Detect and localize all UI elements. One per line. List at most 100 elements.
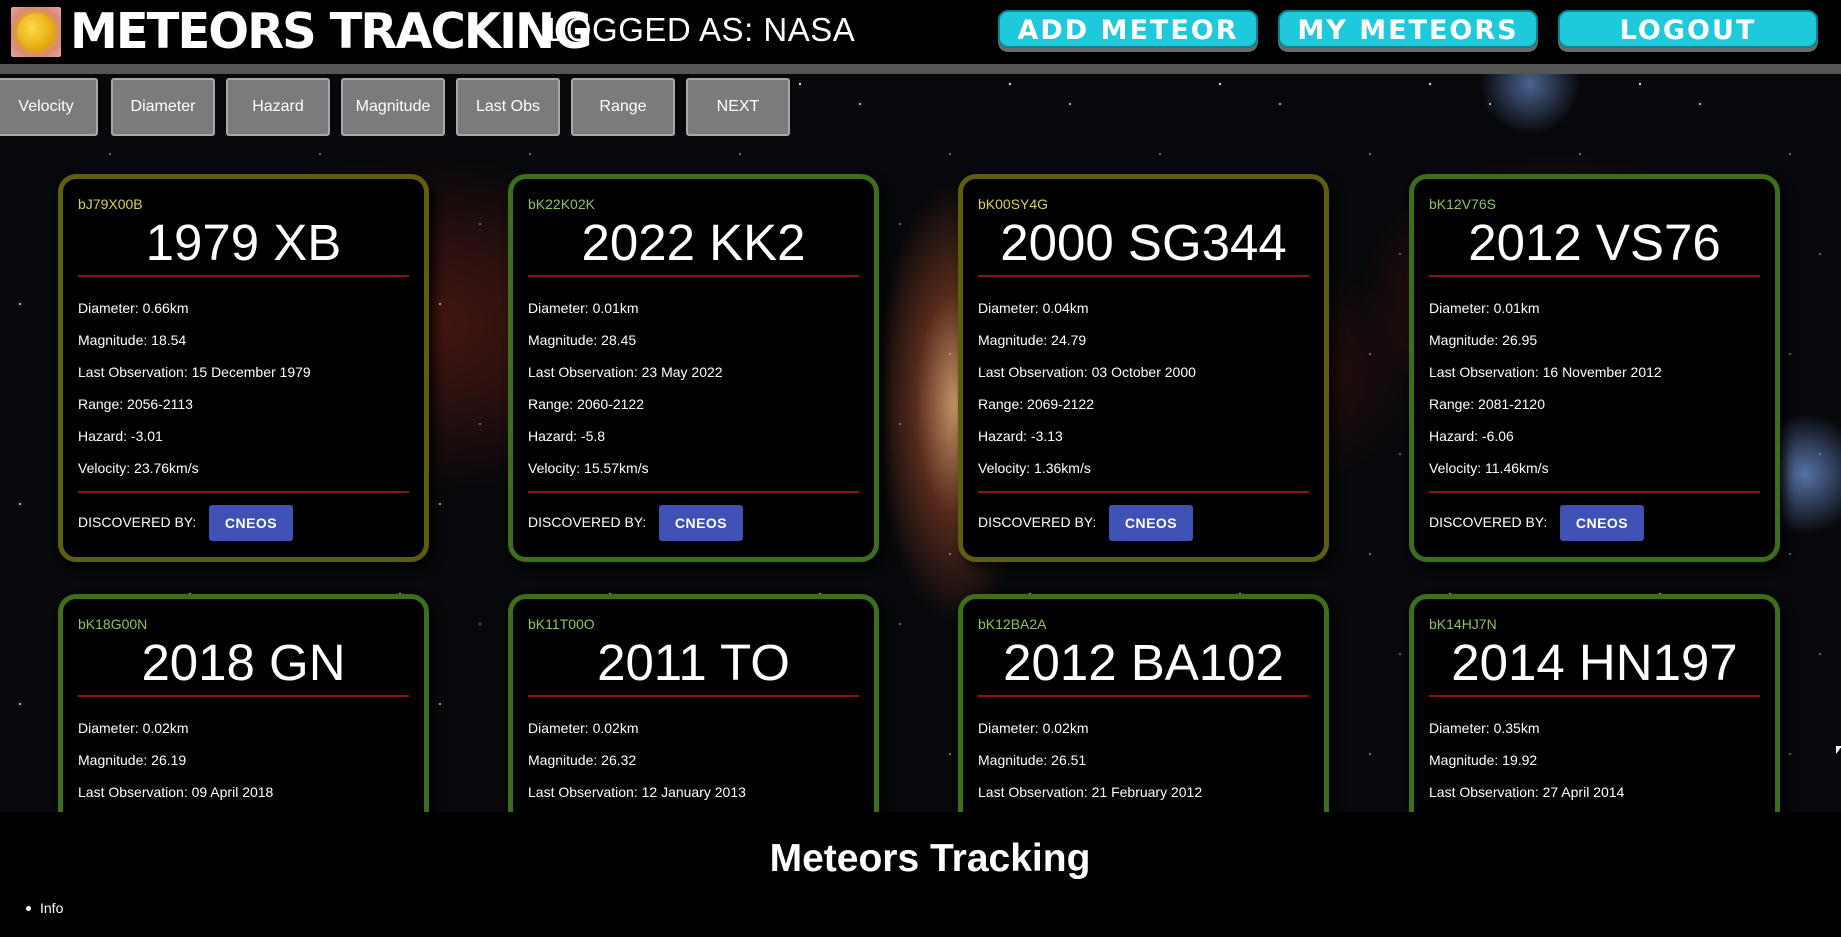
meteor-magnitude: Magnitude: 24.79 <box>978 332 1087 348</box>
meteor-id: bK11T00O <box>528 616 595 632</box>
meteor-id: bK14HJ7N <box>1429 616 1497 632</box>
meteor-name: 2000 SG344 <box>1000 214 1287 271</box>
page-footer: Meteors Tracking Info <box>0 812 1841 937</box>
mouse-cursor-icon <box>1836 746 1841 754</box>
card-divider <box>1429 491 1760 493</box>
card-divider <box>78 275 409 277</box>
sort-magnitude-button[interactable]: Magnitude <box>341 78 445 136</box>
meteor-diameter: Diameter: 0.02km <box>78 720 189 736</box>
meteor-last-observation: Last Observation: 16 November 2012 <box>1429 364 1662 380</box>
meteor-magnitude: Magnitude: 26.19 <box>78 752 187 768</box>
meteor-range: Range: 2060-2122 <box>528 396 644 412</box>
discoverer-button[interactable]: CNEOS <box>209 505 293 541</box>
footer-links: Info <box>24 900 63 916</box>
meteor-last-observation: Last Observation: 03 October 2000 <box>978 364 1196 380</box>
meteor-range: Range: 2081-2120 <box>1429 396 1545 412</box>
meteor-magnitude: Magnitude: 26.32 <box>528 752 637 768</box>
meteor-id: bK18G00N <box>78 616 148 632</box>
meteor-range: Range: 2069-2122 <box>978 396 1094 412</box>
meteor-velocity: Velocity: 15.57km/s <box>528 460 649 476</box>
card-divider <box>978 275 1309 277</box>
meteor-hazard: Hazard: -3.13 <box>978 428 1063 444</box>
meteor-card: bK14HJ7N 2014 HN197 Diameter: 0.35km Mag… <box>1409 594 1780 812</box>
site-title: METEORS TRACKING <box>70 3 593 60</box>
meteor-name: 2022 KK2 <box>581 214 806 271</box>
meteor-card: bK12BA2A 2012 BA102 Diameter: 0.02km Mag… <box>958 594 1329 812</box>
meteor-diameter: Diameter: 0.01km <box>528 300 639 316</box>
discoverer-button[interactable]: CNEOS <box>1560 505 1644 541</box>
card-divider <box>78 695 409 697</box>
meteor-gallery: Velocity Diameter Hazard Magnitude Last … <box>0 74 1841 812</box>
logout-button[interactable]: LOGOUT <box>1558 10 1818 48</box>
meteor-name: 1979 XB <box>145 214 342 271</box>
meteor-name: 2014 HN197 <box>1451 634 1738 691</box>
card-divider <box>528 275 859 277</box>
meteor-magnitude: Magnitude: 26.95 <box>1429 332 1538 348</box>
meteor-hazard: Hazard: -6.06 <box>1429 428 1514 444</box>
meteor-name: 2018 GN <box>141 634 346 691</box>
meteor-card: bK22K02K 2022 KK2 Diameter: 0.01km Magni… <box>508 174 879 562</box>
meteor-card: bK11T00O 2011 TO Diameter: 0.02km Magnit… <box>508 594 879 812</box>
meteor-last-observation: Last Observation: 12 January 2013 <box>528 784 746 800</box>
meteor-magnitude: Magnitude: 26.51 <box>978 752 1087 768</box>
meteor-name: 2012 VS76 <box>1468 214 1721 271</box>
meteor-name: 2011 TO <box>597 634 790 691</box>
sort-velocity-button[interactable]: Velocity <box>0 78 98 136</box>
discovered-by-label: DISCOVERED BY: <box>78 514 197 530</box>
meteor-last-observation: Last Observation: 15 December 1979 <box>78 364 311 380</box>
meteor-magnitude: Magnitude: 19.92 <box>1429 752 1538 768</box>
meteor-last-observation: Last Observation: 21 February 2012 <box>978 784 1203 800</box>
meteor-name: 2012 BA102 <box>1003 634 1284 691</box>
discoverer-button[interactable]: CNEOS <box>659 505 743 541</box>
meteor-id: bK22K02K <box>528 196 595 212</box>
sort-hazard-button[interactable]: Hazard <box>226 78 330 136</box>
next-page-button[interactable]: NEXT <box>686 78 790 136</box>
card-divider <box>978 695 1309 697</box>
sort-range-button[interactable]: Range <box>571 78 675 136</box>
card-divider <box>78 491 409 493</box>
meteor-id: bK12BA2A <box>978 616 1047 632</box>
discovered-by-label: DISCOVERED BY: <box>528 514 647 530</box>
meteor-magnitude: Magnitude: 18.54 <box>78 332 187 348</box>
card-divider <box>1429 695 1760 697</box>
meteor-range: Range: 2056-2113 <box>78 396 193 412</box>
sort-last-obs-button[interactable]: Last Obs <box>456 78 560 136</box>
discovered-by-label: DISCOVERED BY: <box>978 514 1097 530</box>
meteor-velocity: Velocity: 11.46km/s <box>1429 460 1549 476</box>
meteor-id: bJ79X00B <box>78 196 143 212</box>
meteor-card: bK00SY4G 2000 SG344 Diameter: 0.04km Mag… <box>958 174 1329 562</box>
discoverer-button[interactable]: CNEOS <box>1109 505 1193 541</box>
footer-title: Meteors Tracking <box>769 837 1091 880</box>
sun-logo-icon <box>11 7 61 57</box>
meteor-last-observation: Last Observation: 09 April 2018 <box>78 784 274 800</box>
meteor-magnitude: Magnitude: 28.45 <box>528 332 637 348</box>
meteor-diameter: Diameter: 0.66km <box>78 300 189 316</box>
meteor-card: bK12V76S 2012 VS76 Diameter: 0.01km Magn… <box>1409 174 1780 562</box>
meteor-diameter: Diameter: 0.02km <box>528 720 639 736</box>
add-meteor-button[interactable]: ADD METEOR <box>998 10 1258 48</box>
meteor-diameter: Diameter: 0.35km <box>1429 720 1540 736</box>
meteor-diameter: Diameter: 0.01km <box>1429 300 1540 316</box>
meteor-card: bJ79X00B 1979 XB Diameter: 0.66km Magnit… <box>58 174 429 562</box>
meteor-velocity: Velocity: 1.36km/s <box>978 460 1091 476</box>
meteor-diameter: Diameter: 0.04km <box>978 300 1089 316</box>
sort-diameter-button[interactable]: Diameter <box>111 78 215 136</box>
meteor-id: bK00SY4G <box>978 196 1049 212</box>
card-divider <box>1429 275 1760 277</box>
meteor-diameter: Diameter: 0.02km <box>978 720 1089 736</box>
top-bar: METEORS TRACKING LOGGED AS: NASA ADD MET… <box>0 0 1841 74</box>
meteor-id: bK12V76S <box>1429 196 1496 212</box>
meteor-card: bK18G00N 2018 GN Diameter: 0.02km Magnit… <box>58 594 429 812</box>
meteor-velocity: Velocity: 23.76km/s <box>78 460 199 476</box>
card-divider <box>978 491 1309 493</box>
logged-as-label: LOGGED AS: NASA <box>547 11 856 48</box>
card-divider <box>528 695 859 697</box>
meteor-hazard: Hazard: -5.8 <box>528 428 606 444</box>
footer-link-info[interactable]: Info <box>24 900 63 916</box>
meteor-last-observation: Last Observation: 27 April 2014 <box>1429 784 1625 800</box>
card-divider <box>528 491 859 493</box>
my-meteors-button[interactable]: MY METEORS <box>1278 10 1538 48</box>
discovered-by-label: DISCOVERED BY: <box>1429 514 1548 530</box>
meteor-hazard: Hazard: -3.01 <box>78 428 163 444</box>
meteor-last-observation: Last Observation: 23 May 2022 <box>528 364 723 380</box>
